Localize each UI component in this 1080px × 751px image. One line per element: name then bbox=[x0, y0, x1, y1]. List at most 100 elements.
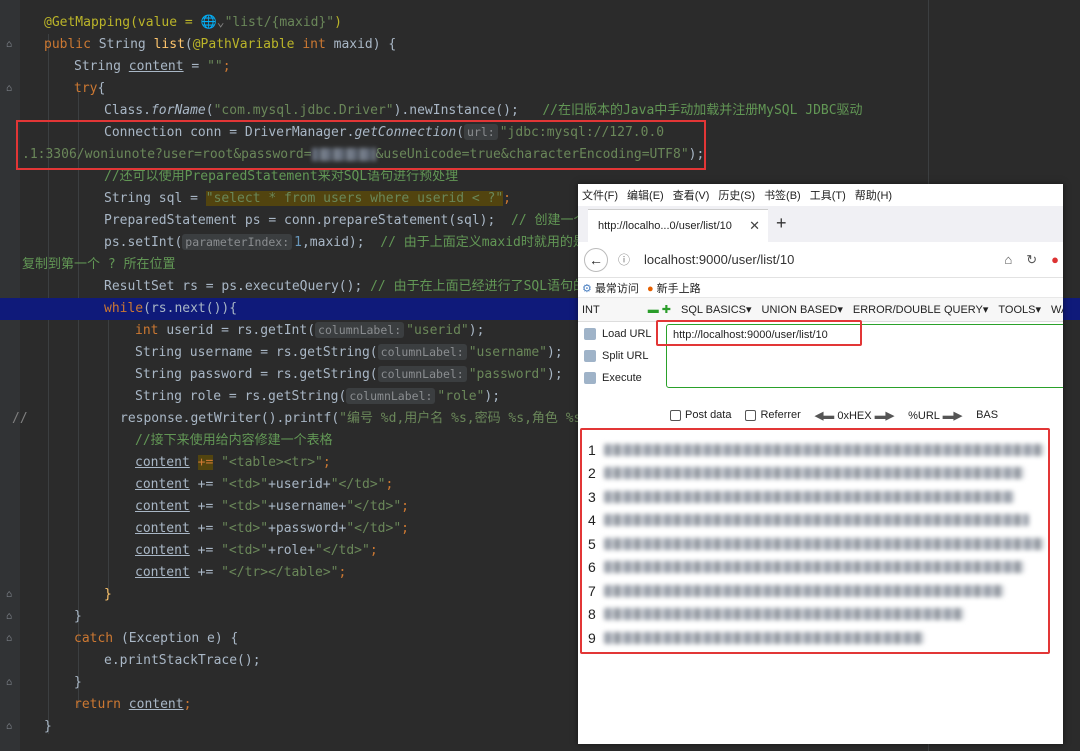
menu-history[interactable]: 历史(S) bbox=[718, 187, 755, 203]
code-token: @GetMapping(value = bbox=[44, 15, 201, 30]
code-token: // 由于上面定义maxid时就用的是St bbox=[380, 235, 602, 250]
code-token: Connection conn = DriverManager. bbox=[104, 125, 355, 140]
hackbar-int-select[interactable]: INT bbox=[582, 304, 600, 316]
code-token: "username" bbox=[468, 345, 548, 360]
info-icon[interactable]: ⓘ bbox=[618, 251, 630, 268]
comment-marker: // bbox=[12, 411, 28, 426]
code-token: ( bbox=[205, 103, 214, 118]
code-token: 复制到第一个 ? 所在位置 bbox=[22, 257, 176, 272]
code-token: "" bbox=[207, 59, 223, 74]
execute-button[interactable]: Execute bbox=[584, 372, 642, 384]
code-token: &useUnicode=true&characterEncoding=UTF8" bbox=[375, 147, 689, 162]
code-line[interactable]: Class.forName("com.mysql.jdbc.Driver").n… bbox=[0, 100, 1080, 122]
code-token: getConnection bbox=[354, 125, 457, 140]
code-token: while bbox=[104, 301, 144, 316]
menu-help[interactable]: 帮助(H) bbox=[855, 187, 892, 203]
url-encoder[interactable]: %URL ▬▶ bbox=[908, 409, 962, 422]
code-token: " bbox=[205, 191, 214, 206]
firefox-window[interactable]: 文件(F) 编辑(E) 查看(V) 历史(S) 书签(B) 工具(T) 帮助(H… bbox=[578, 184, 1063, 744]
code-token: +role+ bbox=[268, 543, 316, 558]
code-token: += bbox=[189, 565, 222, 580]
referrer-checkbox[interactable]: Referrer bbox=[745, 409, 801, 421]
code-token: e.printStackTrace(); bbox=[104, 653, 261, 668]
hackbar-options: Post data Referrer ◀▬ 0xHEX ▬▶ %URL ▬▶ B… bbox=[578, 402, 1063, 428]
nav-icons: ⌂ ↻ ● bbox=[1004, 252, 1059, 268]
tab-active[interactable]: http://localho...0/user/list/10 ✕ bbox=[588, 210, 768, 242]
code-token: "</td>" bbox=[330, 477, 386, 492]
bookmark-getting-started[interactable]: ● 新手上路 bbox=[647, 280, 701, 296]
code-token: (); bbox=[495, 103, 543, 118]
code-token: select * from users where userid < ? bbox=[213, 191, 496, 206]
code-token: ( bbox=[456, 125, 465, 140]
code-token: "<td>" bbox=[221, 477, 269, 492]
code-token: ; bbox=[369, 543, 378, 558]
code-token: content bbox=[128, 697, 184, 712]
code-token: ) { bbox=[372, 37, 397, 52]
blurred-row-data bbox=[604, 443, 1044, 456]
extension-icon[interactable]: ● bbox=[1051, 252, 1059, 268]
hackbar-error-double[interactable]: ERROR/DOUBLE QUERY▾ bbox=[853, 303, 989, 316]
code-line[interactable]: try{ bbox=[0, 78, 1080, 100]
code-token: int bbox=[135, 323, 167, 338]
new-tab-icon[interactable]: + bbox=[776, 213, 787, 234]
home-icon[interactable]: ⌂ bbox=[1004, 252, 1012, 268]
code-token: (Exception e) { bbox=[113, 631, 239, 646]
code-token: .1:3306/woniunote?user=root&password= bbox=[22, 147, 312, 162]
bookmark-most-visited[interactable]: ⚙ 最常访问 bbox=[582, 280, 639, 296]
code-line[interactable]: @GetMapping(value = 🌐⌄"list/{maxid}") bbox=[0, 12, 1080, 34]
code-token: ; bbox=[338, 565, 347, 580]
menu-tools[interactable]: 工具(T) bbox=[810, 187, 846, 203]
code-token: +userid+ bbox=[268, 477, 331, 492]
code-token: +password+ bbox=[268, 521, 347, 536]
hackbar-sql-basics[interactable]: SQL BASICS▾ bbox=[681, 303, 752, 316]
back-arrow-icon[interactable]: ← bbox=[584, 247, 608, 272]
code-line[interactable]: public String list(@PathVariable int max… bbox=[0, 34, 1080, 56]
code-token: "role" bbox=[437, 389, 485, 404]
param-hint: columnLabel: bbox=[315, 322, 405, 338]
menu-edit[interactable]: 编辑(E) bbox=[627, 187, 664, 203]
hackbar-waf[interactable]: WAF BY bbox=[1051, 304, 1063, 316]
load-url-button[interactable]: Load URL bbox=[584, 328, 652, 340]
code-token: += bbox=[197, 455, 214, 470]
code-token: "编号 %d,用户名 %s,密码 %s,角色 %s< bbox=[339, 411, 590, 426]
code-token: content bbox=[135, 455, 190, 470]
menu-view[interactable]: 查看(V) bbox=[673, 187, 710, 203]
code-token: ). bbox=[393, 103, 410, 118]
hackbar-union-based[interactable]: UNION BASED▾ bbox=[762, 303, 843, 316]
menu-bookmarks[interactable]: 书签(B) bbox=[764, 187, 801, 203]
address-bar[interactable]: localhost:9000/user/list/10 bbox=[644, 252, 794, 267]
code-token: += bbox=[189, 477, 222, 492]
base64-encoder[interactable]: BAS bbox=[976, 409, 998, 421]
code-token: ); bbox=[547, 367, 563, 382]
code-token: "</td>" bbox=[346, 521, 402, 536]
code-line[interactable]: Connection conn = DriverManager.getConne… bbox=[0, 122, 1080, 144]
code-token: catch bbox=[74, 631, 114, 646]
post-data-checkbox[interactable]: Post data bbox=[670, 409, 731, 421]
code-token: "list/{maxid}" bbox=[224, 15, 335, 30]
blurred-row-data bbox=[604, 561, 1024, 574]
code-token: content bbox=[135, 477, 190, 492]
code-token: String password = rs.getString( bbox=[135, 367, 378, 382]
code-line[interactable]: String content = ""; bbox=[0, 56, 1080, 78]
gear-icon: ⚙ bbox=[582, 282, 592, 295]
menu-file[interactable]: 文件(F) bbox=[582, 187, 618, 203]
code-token: } bbox=[44, 719, 52, 734]
hackbar-tools[interactable]: TOOLS▾ bbox=[998, 303, 1041, 316]
split-url-button[interactable]: Split URL bbox=[584, 350, 648, 362]
param-hint: columnLabel: bbox=[346, 388, 436, 404]
hex-encoder[interactable]: ◀▬ 0xHEX ▬▶ bbox=[815, 409, 894, 422]
code-token: ; bbox=[385, 477, 394, 492]
code-token: "jdbc:mysql://127.0.0 bbox=[499, 125, 665, 140]
reload-icon[interactable]: ↻ bbox=[1026, 252, 1037, 268]
code-token: "</tr></table>" bbox=[221, 565, 339, 580]
param-hint: parameterIndex: bbox=[182, 234, 293, 250]
code-token: content bbox=[128, 59, 184, 74]
blurred-row-data bbox=[604, 537, 1044, 550]
code-token: @PathVariable bbox=[192, 37, 303, 52]
tab-strip: http://localho...0/user/list/10 ✕ + bbox=[578, 206, 1063, 242]
load-icon bbox=[584, 328, 596, 340]
code-line[interactable]: .1:3306/woniunote?user=root&password= &us… bbox=[0, 144, 1080, 166]
close-icon[interactable]: ✕ bbox=[749, 218, 760, 234]
code-token: } bbox=[104, 587, 112, 602]
code-token: // 由于在上面已经进行了SQL语句的预 bbox=[370, 279, 600, 294]
